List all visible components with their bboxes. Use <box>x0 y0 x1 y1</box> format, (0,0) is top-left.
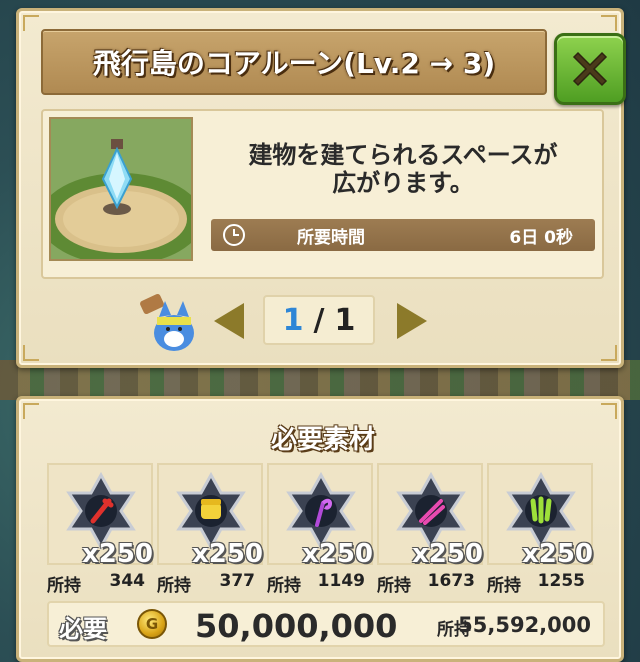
material-item[interactable]: x250 <box>377 463 483 569</box>
corner-ornament <box>23 403 39 419</box>
material-item[interactable]: x250 <box>47 463 153 569</box>
clock-icon <box>223 224 245 246</box>
owned-value: 377 <box>219 571 256 591</box>
dialog-title: 飛行島のコアルーン(Lv.2 → 3) <box>92 47 496 80</box>
owned-count-row: 所持 1255 <box>487 571 593 596</box>
owned-count-row: 所持 377 <box>157 571 263 596</box>
close-button[interactable] <box>554 33 626 105</box>
gold-coin-icon: G <box>137 609 167 639</box>
material-item[interactable]: x250 <box>157 463 263 569</box>
upgrade-dialog: 飛行島のコアルーン(Lv.2 → 3) 建物を建てられるスペースが 広がります。 <box>16 8 627 368</box>
materials-panel: 必要素材 x250 所持 344 x250 所持 377 x250 所持 114… <box>16 396 624 662</box>
description-line: 広がります。 <box>332 169 474 197</box>
owned-value: 344 <box>109 571 146 591</box>
owned-count-row: 所持 1149 <box>267 571 373 596</box>
owned-value: 1673 <box>427 571 475 591</box>
owned-label: 所持 <box>47 576 81 596</box>
building-info: 建物を建てられるスペースが 広がります。 所要時間 6日 0秒 <box>41 109 604 279</box>
close-icon <box>572 51 608 87</box>
owned-label: 所持 <box>157 576 191 596</box>
page-current: 1 <box>282 302 304 338</box>
owned-value: 1149 <box>317 571 365 591</box>
owned-count-row: 所持 1673 <box>377 571 483 596</box>
previous-page-arrow[interactable] <box>214 303 244 339</box>
need-gold-amount: 50,000,000 <box>195 607 398 645</box>
need-label: 必要 <box>59 615 107 643</box>
owned-label: 所持 <box>377 576 411 596</box>
materials-list: x250 所持 344 x250 所持 377 x250 所持 1149 x25… <box>47 463 607 596</box>
gold-cost-bar: 必要 G 50,000,000 所持 55,592,000 <box>47 601 605 647</box>
building-description: 建物を建てられるスペースが 広がります。 <box>213 141 593 197</box>
description-line: 建物を建てられるスペースが <box>248 141 558 169</box>
materials-title: 必要素材 <box>270 425 375 455</box>
material-item[interactable]: x250 <box>267 463 373 569</box>
corner-ornament <box>601 403 617 419</box>
owned-count-row: 所持 344 <box>47 571 153 596</box>
page-total: 1 <box>334 302 356 338</box>
material-item[interactable]: x250 <box>487 463 593 569</box>
page-separator: / <box>313 302 325 338</box>
corner-ornament <box>601 15 617 31</box>
required-count: x250 <box>411 539 483 569</box>
page-indicator: 1 / 1 <box>263 295 375 345</box>
time-value: 6日 0秒 <box>509 227 573 248</box>
owned-value: 1255 <box>537 571 585 591</box>
required-count: x250 <box>81 539 153 569</box>
pager: 1 / 1 <box>19 283 627 363</box>
owned-gold-amount: 55,592,000 <box>458 613 591 637</box>
required-count: x250 <box>301 539 373 569</box>
next-page-arrow[interactable] <box>397 303 427 339</box>
core-rune-building-image <box>49 117 193 261</box>
required-count: x250 <box>191 539 263 569</box>
required-time-bar: 所要時間 6日 0秒 <box>211 219 595 251</box>
time-label: 所要時間 <box>297 227 365 248</box>
owned-label: 所持 <box>267 576 301 596</box>
corner-ornament <box>23 15 39 31</box>
required-count: x250 <box>521 539 593 569</box>
dialog-title-bar: 飛行島のコアルーン(Lv.2 → 3) <box>41 29 547 95</box>
owned-label: 所持 <box>487 576 521 596</box>
mascot-cat-icon <box>137 291 201 355</box>
